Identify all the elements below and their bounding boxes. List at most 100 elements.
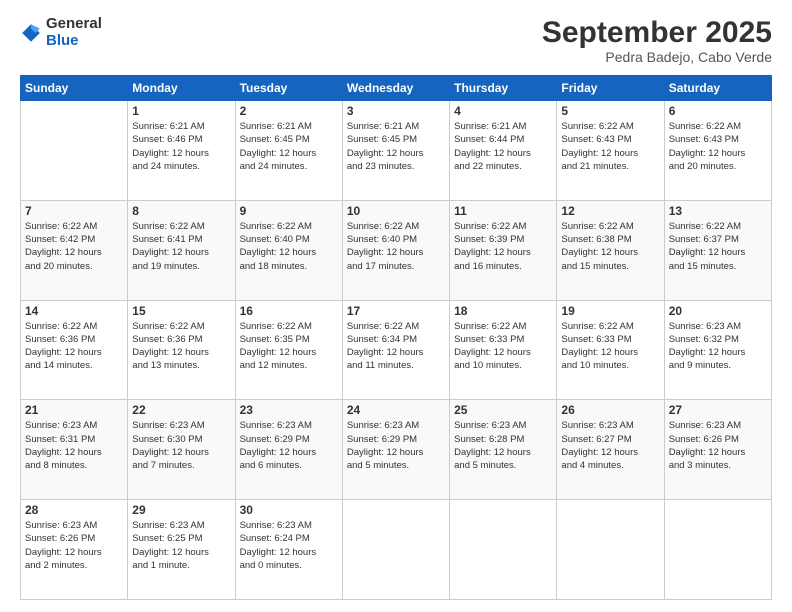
day-info: Sunrise: 6:22 AM Sunset: 6:37 PM Dayligh… [669,220,767,273]
table-row: 4 Sunrise: 6:21 AM Sunset: 6:44 PM Daylig… [450,101,557,201]
header: General Blue September 2025 Pedra Badejo… [20,16,772,65]
day-info: Sunrise: 6:23 AM Sunset: 6:31 PM Dayligh… [25,419,123,472]
table-row: 6 Sunrise: 6:22 AM Sunset: 6:43 PM Daylig… [664,101,771,201]
logo-icon [20,22,42,44]
page: General Blue September 2025 Pedra Badejo… [0,0,792,612]
day-info: Sunrise: 6:22 AM Sunset: 6:34 PM Dayligh… [347,320,445,373]
day-number: 21 [25,403,123,417]
header-tuesday: Tuesday [235,76,342,101]
day-number: 26 [561,403,659,417]
logo-text: General Blue [46,16,102,49]
table-row [557,500,664,600]
table-row: 10 Sunrise: 6:22 AM Sunset: 6:40 PM Dayli… [342,200,449,300]
calendar-row-3: 14 Sunrise: 6:22 AM Sunset: 6:36 PM Dayli… [21,300,772,400]
table-row: 13 Sunrise: 6:22 AM Sunset: 6:37 PM Dayli… [664,200,771,300]
day-number: 3 [347,104,445,118]
logo: General Blue [20,16,102,49]
day-info: Sunrise: 6:23 AM Sunset: 6:29 PM Dayligh… [240,419,338,472]
table-row: 26Sunrise: 6:23 AM Sunset: 6:27 PM Dayli… [557,400,664,500]
day-number: 7 [25,204,123,218]
table-row: 11 Sunrise: 6:22 AM Sunset: 6:39 PM Dayli… [450,200,557,300]
day-number: 28 [25,503,123,517]
day-info: Sunrise: 6:22 AM Sunset: 6:43 PM Dayligh… [669,120,767,173]
table-row: 21 Sunrise: 6:23 AM Sunset: 6:31 PM Dayli… [21,400,128,500]
location-subtitle: Pedra Badejo, Cabo Verde [542,49,772,65]
table-row: 30Sunrise: 6:23 AM Sunset: 6:24 PM Dayli… [235,500,342,600]
logo-blue-text: Blue [46,33,102,50]
day-number: 4 [454,104,552,118]
table-row: 3 Sunrise: 6:21 AM Sunset: 6:45 PM Daylig… [342,101,449,201]
day-number: 13 [669,204,767,218]
day-number: 18 [454,304,552,318]
header-monday: Monday [128,76,235,101]
calendar-table: Sunday Monday Tuesday Wednesday Thursday… [20,75,772,600]
table-row: 22Sunrise: 6:23 AM Sunset: 6:30 PM Dayli… [128,400,235,500]
day-info: Sunrise: 6:22 AM Sunset: 6:36 PM Dayligh… [25,320,123,373]
month-title: September 2025 [542,16,772,49]
table-row [21,101,128,201]
day-number: 23 [240,403,338,417]
day-number: 10 [347,204,445,218]
day-number: 24 [347,403,445,417]
day-info: Sunrise: 6:23 AM Sunset: 6:28 PM Dayligh… [454,419,552,472]
day-number: 29 [132,503,230,517]
day-number: 11 [454,204,552,218]
calendar-row-5: 28 Sunrise: 6:23 AM Sunset: 6:26 PM Dayli… [21,500,772,600]
table-row: 28 Sunrise: 6:23 AM Sunset: 6:26 PM Dayli… [21,500,128,600]
day-number: 9 [240,204,338,218]
header-saturday: Saturday [664,76,771,101]
day-number: 1 [132,104,230,118]
table-row: 17 Sunrise: 6:22 AM Sunset: 6:34 PM Dayli… [342,300,449,400]
table-row: 2 Sunrise: 6:21 AM Sunset: 6:45 PM Daylig… [235,101,342,201]
table-row: 12Sunrise: 6:22 AM Sunset: 6:38 PM Dayli… [557,200,664,300]
day-info: Sunrise: 6:21 AM Sunset: 6:46 PM Dayligh… [132,120,230,173]
day-info: Sunrise: 6:21 AM Sunset: 6:45 PM Dayligh… [240,120,338,173]
day-info: Sunrise: 6:22 AM Sunset: 6:43 PM Dayligh… [561,120,659,173]
day-number: 6 [669,104,767,118]
title-block: September 2025 Pedra Badejo, Cabo Verde [542,16,772,65]
header-wednesday: Wednesday [342,76,449,101]
table-row [450,500,557,600]
day-info: Sunrise: 6:22 AM Sunset: 6:38 PM Dayligh… [561,220,659,273]
day-info: Sunrise: 6:22 AM Sunset: 6:39 PM Dayligh… [454,220,552,273]
table-row: 5 Sunrise: 6:22 AM Sunset: 6:43 PM Daylig… [557,101,664,201]
table-row: 16 Sunrise: 6:22 AM Sunset: 6:35 PM Dayli… [235,300,342,400]
table-row: 27Sunrise: 6:23 AM Sunset: 6:26 PM Dayli… [664,400,771,500]
day-info: Sunrise: 6:23 AM Sunset: 6:25 PM Dayligh… [132,519,230,572]
day-number: 14 [25,304,123,318]
day-info: Sunrise: 6:23 AM Sunset: 6:26 PM Dayligh… [669,419,767,472]
day-number: 5 [561,104,659,118]
header-sunday: Sunday [21,76,128,101]
logo-general-text: General [46,16,102,33]
table-row: 7Sunrise: 6:22 AM Sunset: 6:42 PM Daylig… [21,200,128,300]
header-thursday: Thursday [450,76,557,101]
day-number: 8 [132,204,230,218]
day-info: Sunrise: 6:22 AM Sunset: 6:41 PM Dayligh… [132,220,230,273]
day-info: Sunrise: 6:23 AM Sunset: 6:32 PM Dayligh… [669,320,767,373]
day-info: Sunrise: 6:22 AM Sunset: 6:33 PM Dayligh… [454,320,552,373]
day-info: Sunrise: 6:23 AM Sunset: 6:26 PM Dayligh… [25,519,123,572]
day-number: 17 [347,304,445,318]
table-row: 8 Sunrise: 6:22 AM Sunset: 6:41 PM Daylig… [128,200,235,300]
table-row: 24 Sunrise: 6:23 AM Sunset: 6:29 PM Dayli… [342,400,449,500]
day-info: Sunrise: 6:22 AM Sunset: 6:40 PM Dayligh… [347,220,445,273]
table-row [664,500,771,600]
day-number: 15 [132,304,230,318]
table-row: 18 Sunrise: 6:22 AM Sunset: 6:33 PM Dayli… [450,300,557,400]
table-row: 25Sunrise: 6:23 AM Sunset: 6:28 PM Dayli… [450,400,557,500]
calendar-row-4: 21 Sunrise: 6:23 AM Sunset: 6:31 PM Dayli… [21,400,772,500]
day-info: Sunrise: 6:23 AM Sunset: 6:29 PM Dayligh… [347,419,445,472]
table-row [342,500,449,600]
day-number: 2 [240,104,338,118]
table-row: 15Sunrise: 6:22 AM Sunset: 6:36 PM Dayli… [128,300,235,400]
table-row: 23 Sunrise: 6:23 AM Sunset: 6:29 PM Dayli… [235,400,342,500]
day-info: Sunrise: 6:23 AM Sunset: 6:30 PM Dayligh… [132,419,230,472]
calendar-header-row: Sunday Monday Tuesday Wednesday Thursday… [21,76,772,101]
day-number: 16 [240,304,338,318]
day-info: Sunrise: 6:23 AM Sunset: 6:24 PM Dayligh… [240,519,338,572]
day-number: 19 [561,304,659,318]
table-row: 29 Sunrise: 6:23 AM Sunset: 6:25 PM Dayli… [128,500,235,600]
day-info: Sunrise: 6:21 AM Sunset: 6:44 PM Dayligh… [454,120,552,173]
day-info: Sunrise: 6:21 AM Sunset: 6:45 PM Dayligh… [347,120,445,173]
day-info: Sunrise: 6:22 AM Sunset: 6:35 PM Dayligh… [240,320,338,373]
